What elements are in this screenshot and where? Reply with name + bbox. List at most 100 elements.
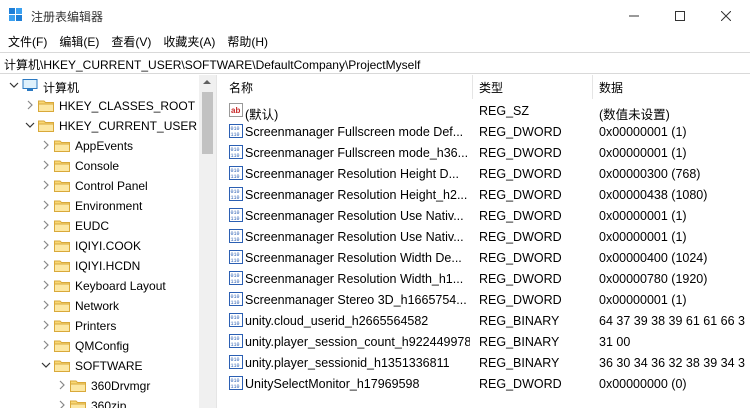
tree-scrollbar[interactable] [199, 75, 216, 408]
value-data: 0x00000001 (1) [599, 146, 687, 160]
tree-item[interactable]: HKEY_CURRENT_USER [0, 116, 200, 136]
tree-item-label: Printers [75, 319, 117, 333]
chevron-right-icon[interactable] [57, 380, 67, 390]
chevron-right-icon[interactable] [41, 140, 51, 150]
tree-item[interactable]: HKEY_CLASSES_ROOT [0, 96, 200, 116]
svg-text:110: 110 [231, 363, 240, 369]
tree-item[interactable]: Environment [0, 196, 200, 216]
svg-text:110: 110 [231, 195, 240, 201]
svg-text:110: 110 [231, 300, 240, 306]
tree-item[interactable]: Printers [0, 316, 200, 336]
tree-item-label: IQIYI.HCDN [75, 259, 141, 273]
chevron-right-icon[interactable] [41, 260, 51, 270]
value-row[interactable]: 010 110 Screenmanager Resolution Use Nativ… [220, 205, 750, 226]
maximize-icon [675, 10, 685, 21]
folder-icon [54, 200, 70, 212]
chevron-right-icon[interactable] [57, 400, 67, 408]
value-type: REG_BINARY [479, 314, 560, 328]
menu-favorites[interactable]: 收藏夹(A) [157, 31, 221, 51]
chevron-down-icon[interactable] [41, 360, 51, 370]
tree-item[interactable]: AppEvents [0, 136, 200, 156]
tree-item[interactable]: Console [0, 156, 200, 176]
tree-item[interactable]: 360zip [0, 396, 200, 408]
chevron-right-icon[interactable] [41, 160, 51, 170]
folder-icon [54, 240, 70, 252]
chevron-right-icon[interactable] [41, 280, 51, 290]
folder-icon [54, 340, 70, 352]
value-row[interactable]: 010 110 unity.cloud_userid_h2665564582 REG_… [220, 310, 750, 331]
menu-help[interactable]: 帮助(H) [221, 31, 274, 51]
folder-icon [54, 300, 70, 312]
chevron-down-icon[interactable] [9, 80, 19, 90]
svg-text:110: 110 [231, 153, 240, 159]
value-data: 0x00000001 (1) [599, 125, 687, 139]
menu-view[interactable]: 查看(V) [105, 31, 157, 51]
binary-value-icon: 010110 [229, 145, 243, 159]
value-data: 0x00000438 (1080) [599, 188, 708, 202]
close-button[interactable] [703, 0, 749, 31]
value-type: REG_DWORD [479, 293, 562, 307]
tree-item[interactable]: QMConfig [0, 336, 200, 356]
tree-item[interactable]: Network [0, 296, 200, 316]
value-row[interactable]: 010 110 unity.player_sessionid_h1351336811… [220, 352, 750, 373]
value-row[interactable]: 010 110 Screenmanager Resolution Height_h2… [220, 184, 750, 205]
chevron-right-icon[interactable] [41, 340, 51, 350]
tree-item[interactable]: 360Drvmgr [0, 376, 200, 396]
chevron-down-icon[interactable] [25, 120, 35, 130]
column-type-header[interactable]: 类型 [479, 79, 503, 96]
scroll-up-icon[interactable] [203, 80, 211, 84]
value-name: unity.player_sessionid_h1351336811 [245, 356, 450, 370]
value-row[interactable]: 010 110 Screenmanager Resolution Use Nativ… [220, 226, 750, 247]
column-divider[interactable] [592, 75, 593, 99]
chevron-right-icon[interactable] [41, 200, 51, 210]
chevron-right-icon[interactable] [41, 300, 51, 310]
value-row[interactable]: 010 110 Screenmanager Resolution Width_h1.… [220, 268, 750, 289]
column-name-header[interactable]: 名称 [229, 79, 253, 96]
value-type: REG_DWORD [479, 272, 562, 286]
folder-icon [54, 360, 70, 372]
tree-item[interactable]: IQIYI.COOK [0, 236, 200, 256]
computer-icon [22, 79, 38, 91]
value-row[interactable]: ab (默认) REG_SZ (数值未设置) [220, 100, 750, 122]
value-row[interactable]: 010 110 Screenmanager Resolution Width De.… [220, 247, 750, 268]
chevron-right-icon[interactable] [41, 180, 51, 190]
binary-value-icon: 010110 [229, 124, 243, 138]
tree-item[interactable]: EUDC [0, 216, 200, 236]
value-row[interactable]: 010 110 Screenmanager Stereo 3D_h1665754..… [220, 289, 750, 310]
chevron-right-icon[interactable] [41, 320, 51, 330]
folder-icon [54, 160, 70, 172]
value-row[interactable]: 010 110 Screenmanager Fullscreen mode Def.… [220, 121, 750, 142]
value-data: 0x00000300 (768) [599, 167, 701, 181]
column-data-header[interactable]: 数据 [599, 79, 623, 96]
tree-item[interactable]: SOFTWARE [0, 356, 200, 376]
value-row[interactable]: 010 110 UnitySelectMonitor_h17969598 REG_DW… [220, 373, 750, 394]
tree-item-label: QMConfig [75, 339, 130, 353]
tree-item[interactable]: Control Panel [0, 176, 200, 196]
value-name: Screenmanager Fullscreen mode_h36... [245, 146, 469, 160]
binary-value-icon: 010110 [229, 250, 243, 264]
address-bar[interactable]: 计算机\HKEY_CURRENT_USER\SOFTWARE\DefaultCo… [0, 52, 750, 74]
tree-item[interactable]: IQIYI.HCDN [0, 256, 200, 276]
tree-item[interactable]: 计算机 [0, 76, 200, 96]
value-row[interactable]: 010 110 Screenmanager Resolution Height D.… [220, 163, 750, 184]
values-list: 名称 类型 数据 ab (默认) REG_SZ (数值未设置) 010 110 Screen… [220, 75, 750, 408]
chevron-right-icon[interactable] [25, 100, 35, 110]
folder-icon [38, 120, 54, 132]
menu-edit[interactable]: 编辑(E) [53, 31, 105, 51]
chevron-right-icon[interactable] [41, 220, 51, 230]
chevron-right-icon[interactable] [41, 240, 51, 250]
menu-file[interactable]: 文件(F) [2, 31, 53, 51]
binary-value-icon: 010110 [229, 292, 243, 306]
folder-icon [38, 100, 54, 112]
tree-item[interactable]: Keyboard Layout [0, 276, 200, 296]
folder-icon [54, 260, 70, 272]
registry-editor-icon [9, 8, 22, 21]
scrollbar-thumb[interactable] [202, 92, 213, 154]
value-row[interactable]: 010 110 unity.player_session_count_h922449… [220, 331, 750, 352]
maximize-button[interactable] [657, 0, 703, 31]
value-row[interactable]: 010 110 Screenmanager Fullscreen mode_h36.… [220, 142, 750, 163]
minimize-button[interactable] [611, 0, 657, 31]
value-type: REG_DWORD [479, 209, 562, 223]
column-divider[interactable] [472, 75, 473, 99]
key-tree[interactable]: 计算机 HKEY_CLASSES_ROOT HKEY_CURRENT_USER App… [0, 75, 216, 408]
